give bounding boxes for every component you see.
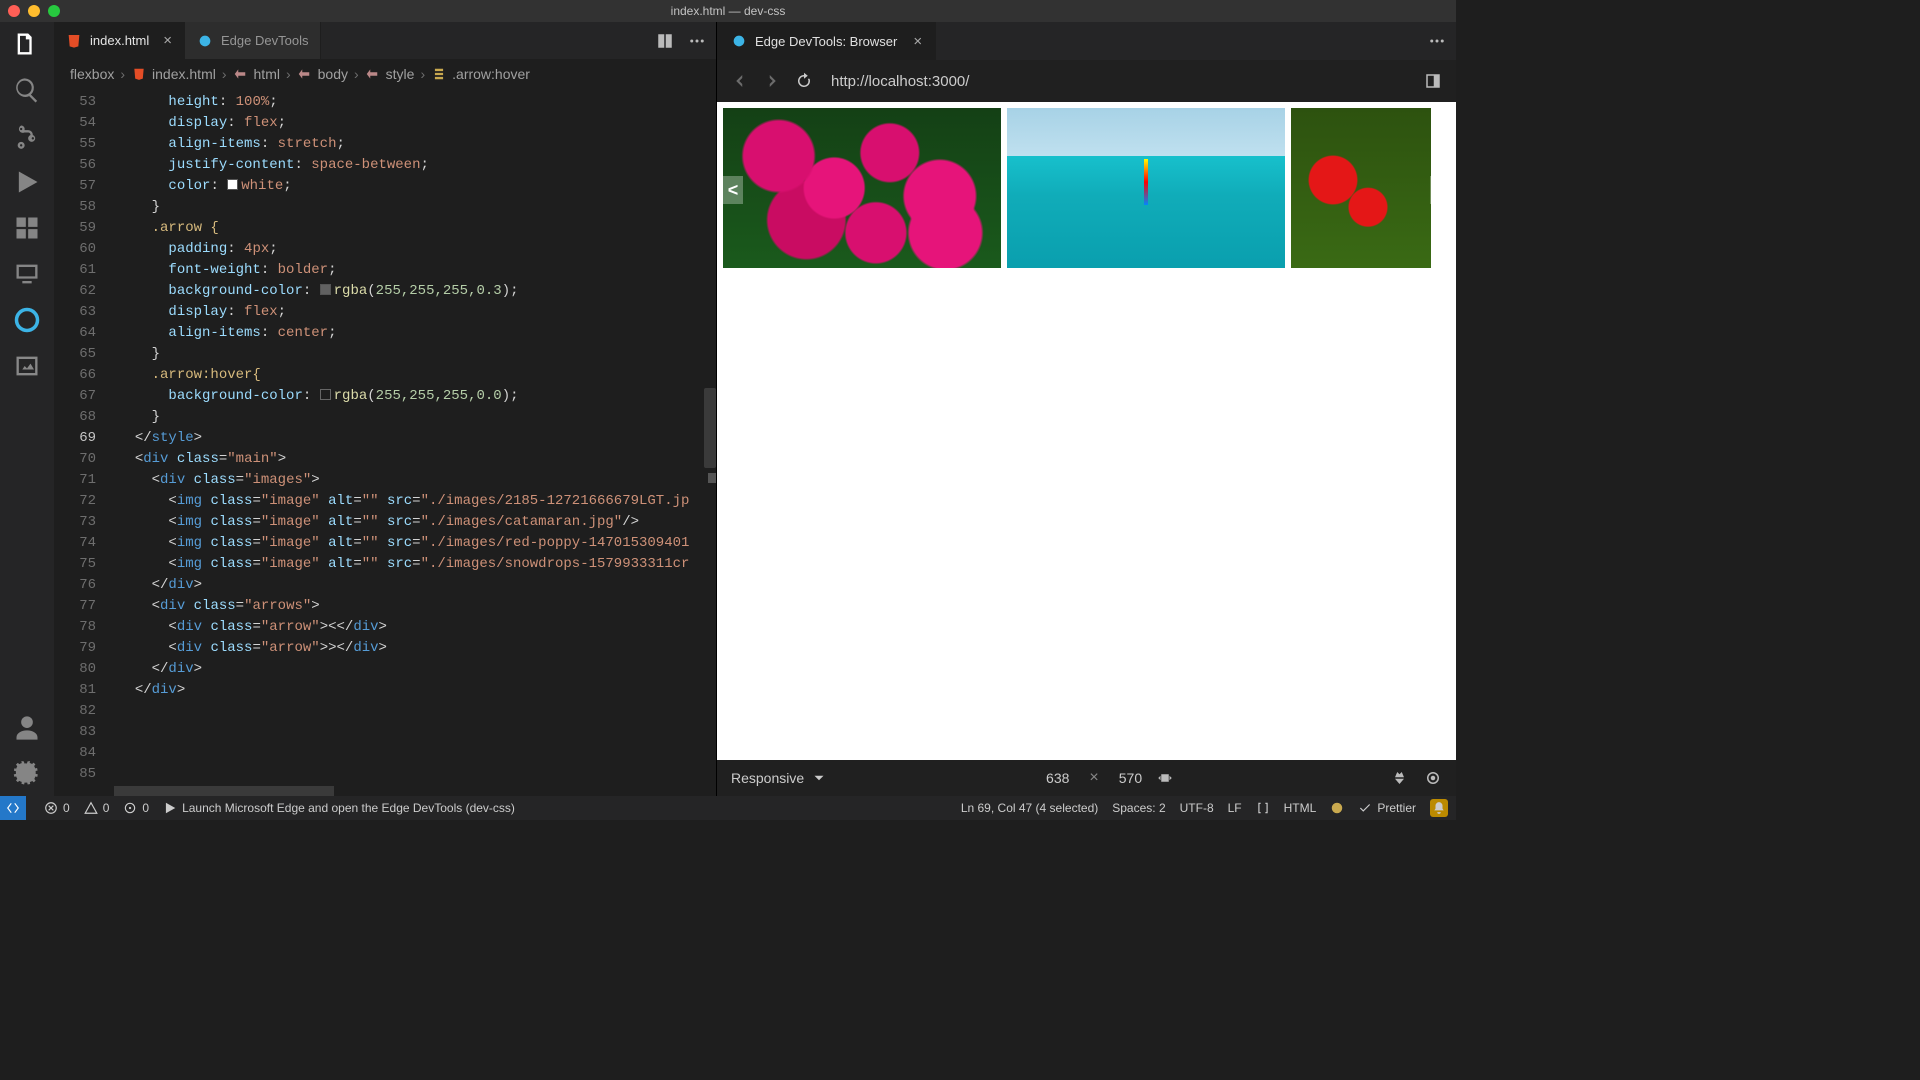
chevron-right-icon: ›	[420, 66, 425, 82]
remote-explorer-icon[interactable]	[13, 260, 41, 288]
settings-gear-icon[interactable]	[13, 760, 41, 788]
dimension-separator: ×	[1089, 769, 1098, 787]
devtools-browser-panel: Edge DevTools: Browser × http://localhos…	[716, 22, 1456, 796]
gallery-image	[723, 108, 1001, 268]
devtools-tabs: Edge DevTools: Browser ×	[717, 22, 1456, 60]
macos-titlebar: index.html — dev-css	[0, 0, 1456, 22]
status-brackets[interactable]	[1256, 801, 1270, 815]
chevron-right-icon: ›	[120, 66, 125, 82]
element-icon	[297, 67, 312, 82]
gallery-image	[1291, 108, 1431, 268]
code-editor[interactable]: 5354555657585960616263646566676869707172…	[54, 88, 716, 786]
search-icon[interactable]	[13, 76, 41, 104]
url-bar[interactable]: http://localhost:3000/	[827, 73, 1410, 90]
tab-label: Edge DevTools: Browser	[755, 34, 897, 49]
status-ports[interactable]: 0	[123, 801, 149, 815]
element-icon	[233, 67, 248, 82]
device-mode-select[interactable]: Responsive	[731, 769, 828, 787]
tab-index-html[interactable]: index.html ×	[54, 22, 185, 59]
status-errors[interactable]: 0	[44, 801, 70, 815]
horizontal-scrollbar[interactable]	[54, 786, 716, 796]
tab-label: index.html	[90, 33, 149, 48]
forward-icon[interactable]	[763, 72, 781, 90]
explorer-icon[interactable]	[13, 30, 41, 58]
element-icon	[365, 67, 380, 82]
breadcrumb-item[interactable]: .arrow:hover	[452, 66, 530, 82]
window-minimize[interactable]	[28, 5, 40, 17]
status-warnings[interactable]: 0	[84, 801, 110, 815]
window-title: index.html — dev-css	[671, 4, 786, 18]
window-close[interactable]	[8, 5, 20, 17]
more-icon[interactable]	[1428, 32, 1446, 50]
minimap-indicator	[708, 473, 716, 483]
gallery-next-arrow[interactable]: >	[1430, 176, 1450, 204]
edge-tools-icon[interactable]	[13, 306, 41, 334]
status-launch-edge[interactable]: Launch Microsoft Edge and open the Edge …	[163, 801, 515, 815]
status-prettier[interactable]: Prettier	[1358, 801, 1416, 815]
status-encoding[interactable]: UTF-8	[1180, 801, 1214, 815]
gallery-image	[1007, 108, 1285, 268]
browser-viewport[interactable]: < >	[717, 102, 1456, 760]
browser-toolbar: http://localhost:3000/	[717, 60, 1456, 102]
chevron-down-icon	[810, 769, 828, 787]
code-content[interactable]: height: 100%; display: flex; align-items…	[118, 88, 716, 786]
close-icon[interactable]: ×	[163, 32, 172, 49]
close-icon[interactable]: ×	[913, 33, 922, 50]
css-rule-icon	[431, 67, 446, 82]
notifications-icon[interactable]	[1430, 799, 1448, 817]
breadcrumb-item[interactable]: body	[318, 66, 348, 82]
breadcrumb-item[interactable]: index.html	[152, 66, 216, 82]
back-icon[interactable]	[731, 72, 749, 90]
chevron-right-icon: ›	[354, 66, 359, 82]
screenshot-icon[interactable]	[1392, 769, 1410, 787]
edge-icon	[197, 33, 213, 49]
breadcrumb-item[interactable]: html	[254, 66, 280, 82]
html-file-icon	[66, 33, 82, 49]
status-language[interactable]: HTML	[1284, 801, 1317, 815]
html-file-icon	[131, 67, 146, 82]
tab-edge-devtools[interactable]: Edge DevTools	[185, 22, 321, 59]
source-control-icon[interactable]	[13, 122, 41, 150]
breadcrumb[interactable]: flexbox › index.html › html › body › sty…	[54, 60, 716, 88]
tab-devtools-browser[interactable]: Edge DevTools: Browser ×	[717, 22, 936, 60]
activity-bar	[0, 22, 54, 796]
breadcrumb-item[interactable]: style	[386, 66, 415, 82]
line-gutter: 5354555657585960616263646566676869707172…	[54, 88, 118, 786]
rotate-icon[interactable]	[1156, 769, 1174, 787]
chevron-right-icon: ›	[222, 66, 227, 82]
remote-indicator[interactable]	[0, 796, 26, 820]
more-icon[interactable]	[688, 32, 706, 50]
split-editor-icon[interactable]	[656, 32, 674, 50]
viewport-width[interactable]: 638	[1046, 770, 1069, 786]
account-icon[interactable]	[13, 714, 41, 742]
status-indent[interactable]: Spaces: 2	[1112, 801, 1165, 815]
check-icon	[1358, 801, 1372, 815]
window-maximize[interactable]	[48, 5, 60, 17]
status-bar: 0 0 0 Launch Microsoft Edge and open the…	[0, 796, 1456, 820]
emulate-css-icon[interactable]	[1424, 769, 1442, 787]
device-toolbar: Responsive 638 × 570	[717, 760, 1456, 796]
breadcrumb-item[interactable]: flexbox	[70, 66, 114, 82]
dock-icon[interactable]	[1424, 72, 1442, 90]
tab-label: Edge DevTools	[221, 33, 308, 48]
status-live-preview[interactable]	[1330, 801, 1344, 815]
editor-panel: index.html × Edge DevTools flexbox › ind…	[54, 22, 716, 796]
vertical-scrollbar[interactable]	[704, 388, 716, 468]
image-asset-icon[interactable]	[13, 352, 41, 380]
gallery-prev-arrow[interactable]: <	[723, 176, 743, 204]
status-cursor-position[interactable]: Ln 69, Col 47 (4 selected)	[961, 801, 1098, 815]
status-eol[interactable]: LF	[1228, 801, 1242, 815]
reload-icon[interactable]	[795, 72, 813, 90]
editor-tabs: index.html × Edge DevTools	[54, 22, 716, 60]
edge-icon	[731, 33, 747, 49]
chevron-right-icon: ›	[286, 66, 291, 82]
extensions-icon[interactable]	[13, 214, 41, 242]
viewport-height[interactable]: 570	[1119, 770, 1142, 786]
run-debug-icon[interactable]	[13, 168, 41, 196]
